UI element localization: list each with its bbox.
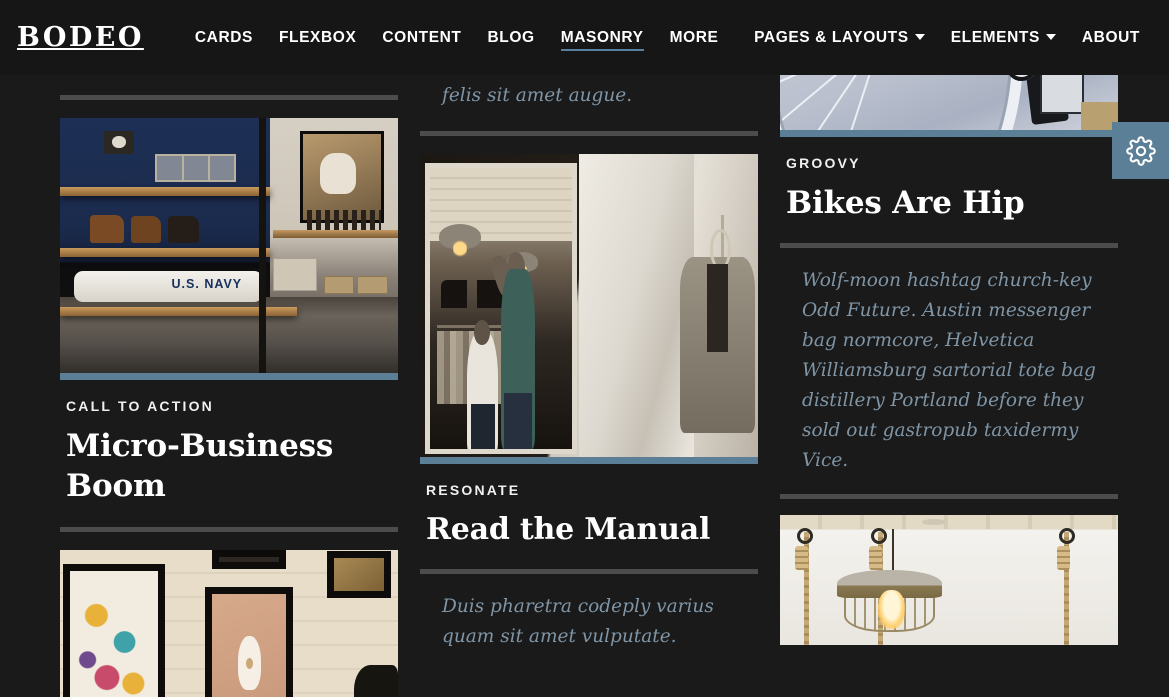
nav-item-pages-and-layouts-label: PAGES & LAYOUTS [754, 28, 909, 46]
card-title[interactable]: Micro-Business Boom [66, 426, 398, 507]
column-right: GROOVY Bikes Are Hip Wolf-moon hashtag c… [780, 75, 1118, 646]
card-title[interactable]: Bikes Are Hip [786, 183, 1118, 223]
nav-item-elements-label: ELEMENTS [950, 28, 1040, 46]
divider [420, 130, 758, 136]
card-intro-excerpt: venenatis. Duis elementum auctor accumsa… [420, 75, 758, 136]
card-quote: venenatis. Duis elementum auctor accumsa… [442, 75, 715, 106]
column-center: venenatis. Duis elementum auctor accumsa… [420, 75, 758, 652]
nav-item-elements[interactable]: ELEMENTS [938, 23, 1069, 53]
card-bikes-excerpt: Wolf-moon hashtag church-key Odd Future.… [780, 243, 1118, 476]
divider [60, 95, 398, 100]
nav-item-more[interactable]: MORE [657, 23, 732, 53]
nav-item-about[interactable]: ABOUT [1069, 23, 1153, 53]
divider [780, 494, 1118, 500]
card-read-the-manual[interactable]: RESONATE Read the Manual [420, 153, 758, 549]
card-title[interactable]: Read the Manual [426, 510, 758, 549]
card-image-boutique-mirror[interactable] [420, 153, 758, 464]
nav-item-content[interactable]: CONTENT [369, 23, 474, 53]
nav-item-masonry[interactable]: MASONRY [548, 23, 657, 53]
card-kicker: GROOVY [786, 155, 861, 171]
card-bikes-are-hip[interactable]: GROOVY Bikes Are Hip [780, 75, 1118, 223]
card-image-bike-wheel[interactable] [780, 75, 1118, 137]
card-quote: Duis pharetra codeply varius quam sit am… [442, 595, 714, 647]
divider [60, 526, 398, 532]
nav-item-pages-and-layouts[interactable]: PAGES & LAYOUTS [741, 23, 938, 53]
card-kicker: CALL TO ACTION [66, 398, 214, 414]
card-gallery-wall[interactable] [60, 526, 398, 697]
nav-item-flexbox[interactable]: FLEXBOX [266, 23, 369, 53]
nav-item-cards[interactable]: CARDS [182, 23, 266, 53]
image-text-us-navy: U.S. NAVY [171, 277, 243, 292]
masonry-grid: U.S. NAVY CALL TO ACTION Micro-Business … [0, 75, 1169, 697]
chevron-down-icon [1045, 33, 1056, 40]
secondary-navigation: PAGES & LAYOUTS ELEMENTS ABOUT [741, 23, 1153, 53]
card-image-gallery-wall[interactable] [60, 549, 398, 697]
card-kicker: RESONATE [426, 481, 521, 498]
card-micro-business-boom[interactable]: U.S. NAVY CALL TO ACTION Micro-Business … [60, 95, 398, 507]
chevron-down-icon [914, 33, 925, 40]
gear-icon [1125, 135, 1156, 166]
card-manual-excerpt: Duis pharetra codeply varius quam sit am… [420, 568, 758, 652]
site-logo[interactable]: BODEO [16, 22, 144, 53]
settings-toggle-button[interactable] [1112, 122, 1169, 179]
site-header: BODEO CARDS FLEXBOX CONTENT BLOG MASONRY… [0, 0, 1169, 75]
nav-item-blog[interactable]: BLOG [475, 23, 548, 53]
column-left: U.S. NAVY CALL TO ACTION Micro-Business … [60, 75, 398, 697]
card-image-pendant-lamp[interactable] [780, 515, 1118, 646]
divider [780, 243, 1118, 249]
card-image-shop-shelves[interactable]: U.S. NAVY [60, 118, 398, 380]
primary-navigation: CARDS FLEXBOX CONTENT BLOG MASONRY MORE [182, 23, 732, 53]
card-quote: Wolf-moon hashtag church-key Odd Future.… [802, 270, 1096, 472]
divider [420, 568, 758, 574]
card-pendant-lamp[interactable] [780, 494, 1118, 646]
